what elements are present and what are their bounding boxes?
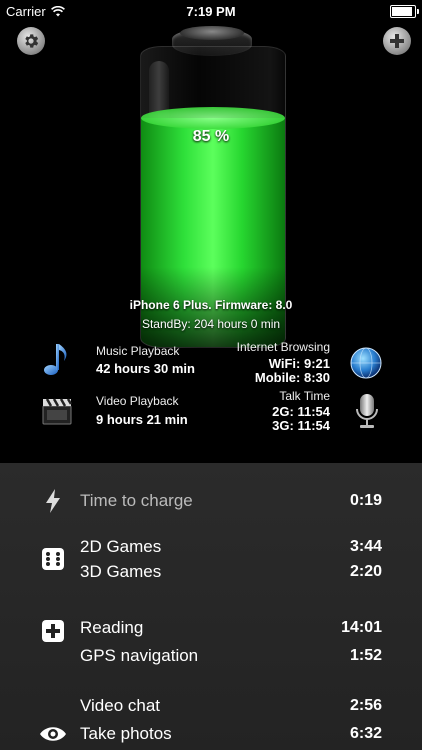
talk-2g-value: 2G: 11:54 [272,404,330,419]
talk-time-label: Talk Time [279,389,330,403]
plus-square-icon [42,620,64,642]
games-3d-label: 3D Games [80,562,162,581]
music-playback-label: Music Playback [96,344,180,358]
battery-fill-surface [141,107,285,129]
internet-wifi-value: WiFi: 9:21 [268,356,330,371]
clock: 7:19 PM [186,4,236,19]
battery-percent: 85 % [192,128,230,145]
plus-icon [390,34,404,48]
internet-browsing-label: Internet Browsing [236,340,330,354]
status-battery-fill [392,7,412,16]
gear-icon [25,34,39,48]
device-model-firmware: iPhone 6 Plus. Firmware: 8.0 [129,298,293,312]
video-chat-value: 2:56 [349,697,382,714]
settings-button[interactable] [17,27,45,55]
dice-icon [42,548,64,570]
add-button[interactable] [383,27,411,55]
standby-time: StandBy: 204 hours 0 min [141,317,281,331]
video-playback-label: Video Playback [96,394,179,408]
internet-mobile-value: Mobile: 8:30 [254,370,330,385]
eye-icon [39,723,67,745]
games-2d-label: 2D Games [80,537,162,556]
clapperboard-icon [42,398,73,425]
take-photos-label: Take photos [80,724,172,743]
microphone-icon [356,394,378,428]
video-chat-label: Video chat [80,696,161,715]
gps-navigation-value: 1:52 [349,647,382,664]
reading-value: 14:01 [341,619,382,636]
music-note-icon [44,344,67,375]
status-battery-icon [390,5,419,18]
reading-label: Reading [80,618,144,637]
status-bar: Carrier 7:19 PM [0,0,422,22]
gps-navigation-label: GPS navigation [80,646,199,665]
games-2d-value: 3:44 [349,538,382,555]
talk-3g-value: 3G: 11:54 [272,418,330,433]
time-to-charge-value: 0:19 [349,492,382,509]
take-photos-value: 6:32 [349,725,382,742]
time-to-charge-label: Time to charge [80,491,193,510]
video-playback-value: 9 hours 21 min [96,412,188,427]
music-playback-value: 42 hours 30 min [96,361,195,376]
battery-terminal [180,26,244,40]
games-3d-value: 2:20 [349,563,382,580]
globe-icon [350,347,382,379]
bolt-icon [42,489,64,513]
